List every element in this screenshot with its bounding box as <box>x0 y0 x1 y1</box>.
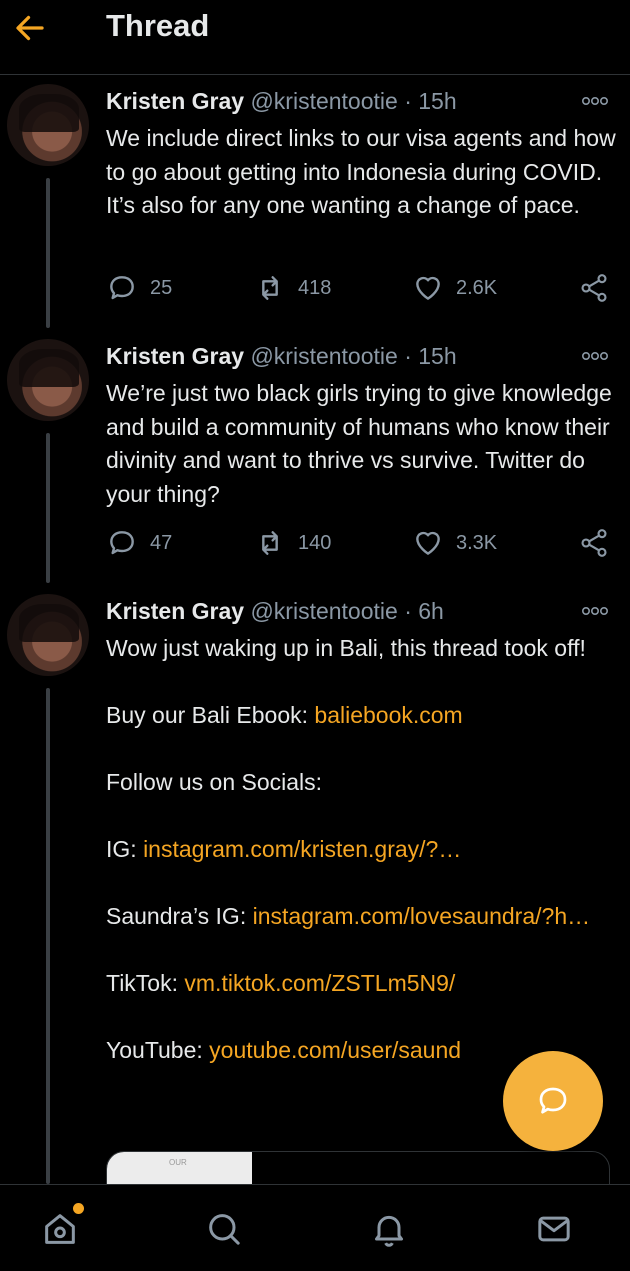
share-button[interactable] <box>578 525 622 561</box>
ig-line: IG: instagram.com/kristen.gray/?… <box>106 833 616 867</box>
nav-messages[interactable] <box>534 1209 578 1253</box>
tweet-header: Kristen Gray @kristentootie · 6h <box>106 598 444 625</box>
mail-icon <box>538 1216 570 1242</box>
page-title: Thread <box>106 8 210 43</box>
like-button[interactable]: 2.6K <box>412 270 497 306</box>
thread-line <box>46 178 50 328</box>
retweet-count: 140 <box>298 531 332 554</box>
retweet-button[interactable]: 140 <box>254 525 331 561</box>
retweet-icon <box>262 276 278 300</box>
bell-icon <box>375 1215 403 1247</box>
heart-icon <box>416 276 440 300</box>
search-icon <box>209 1214 240 1245</box>
separator: · <box>404 88 412 114</box>
tweet-time[interactable]: 15h <box>418 343 456 369</box>
avatar[interactable] <box>7 339 89 421</box>
tweet-time[interactable]: 15h <box>418 88 456 114</box>
reply-icon <box>110 531 134 555</box>
nav-search[interactable] <box>204 1209 248 1253</box>
back-button[interactable] <box>12 10 52 46</box>
youtube-label: YouTube: <box>106 1037 210 1063</box>
tiktok-line: TikTok: vm.tiktok.com/ZSTLm5N9/ <box>106 967 616 1001</box>
reply-icon <box>110 276 134 300</box>
nav-notifications[interactable] <box>369 1209 413 1253</box>
avatar[interactable] <box>7 84 89 166</box>
tweet-header: Kristen Gray @kristentootie · 15h <box>106 88 457 115</box>
share-button[interactable] <box>578 270 622 306</box>
thread-line <box>46 433 50 583</box>
heart-icon <box>416 531 440 555</box>
home-icon <box>45 1214 75 1244</box>
like-button[interactable]: 3.3K <box>412 525 497 561</box>
author-name[interactable]: Kristen Gray <box>106 598 244 624</box>
more-icon[interactable] <box>580 347 610 365</box>
compose-button[interactable] <box>503 1051 603 1151</box>
compose-icon <box>539 1087 567 1114</box>
reply-count: 25 <box>150 276 173 299</box>
avatar[interactable] <box>7 594 89 676</box>
nav-home[interactable] <box>40 1203 84 1253</box>
bottom-navigation <box>0 1184 630 1271</box>
tiktok-link[interactable]: vm.tiktok.com/ZSTLm5N9/ <box>184 970 455 996</box>
arrow-left-icon <box>16 15 44 41</box>
ig-link[interactable]: instagram.com/kristen.gray/?… <box>143 836 461 862</box>
tiktok-label: TikTok: <box>106 970 185 996</box>
tweet[interactable]: Kristen Gray @kristentootie · 15h We inc… <box>0 84 630 339</box>
saundra-ig-link[interactable]: instagram.com/lovesaundra/?h… <box>253 903 591 929</box>
author-name[interactable]: Kristen Gray <box>106 88 244 114</box>
author-handle[interactable]: @kristentootie <box>250 88 397 114</box>
retweet-count: 418 <box>298 276 332 299</box>
like-count: 2.6K <box>456 276 498 299</box>
share-icon <box>581 529 607 557</box>
author-handle[interactable]: @kristentootie <box>250 343 397 369</box>
author-name[interactable]: Kristen Gray <box>106 343 244 369</box>
ebook-line: Buy our Bali Ebook: baliebook.com <box>106 699 616 733</box>
top-bar: Thread <box>0 0 630 75</box>
ebook-label: Buy our Bali Ebook: <box>106 702 315 728</box>
tweet-actions: 25 418 2.6K <box>106 270 616 306</box>
more-icon[interactable] <box>580 602 610 620</box>
follow-line: Follow us on Socials: <box>106 769 323 795</box>
reply-button[interactable]: 47 <box>106 525 172 561</box>
tweet-header: Kristen Gray @kristentootie · 15h <box>106 343 457 370</box>
tweet-time[interactable]: 6h <box>418 598 444 624</box>
more-icon[interactable] <box>580 92 610 110</box>
saundra-ig-label: Saundra’s IG: <box>106 903 253 929</box>
notification-dot <box>73 1203 84 1214</box>
reply-button[interactable]: 25 <box>106 270 172 306</box>
reply-count: 47 <box>150 531 173 554</box>
tweet[interactable]: Kristen Gray @kristentootie · 15h We’re … <box>0 339 630 594</box>
retweet-button[interactable]: 418 <box>254 270 331 306</box>
retweet-icon <box>262 531 278 555</box>
youtube-link[interactable]: youtube.com/user/saund <box>209 1037 461 1063</box>
share-icon <box>581 274 607 302</box>
tweet-text: Wow just waking up in Bali, this thread … <box>106 632 616 1068</box>
like-count: 3.3K <box>456 531 498 554</box>
thumbnail-text: OUR <box>169 1158 187 1167</box>
ebook-link[interactable]: baliebook.com <box>314 702 462 728</box>
author-handle[interactable]: @kristentootie <box>250 598 397 624</box>
tweet-text: We include direct links to our visa agen… <box>106 125 616 218</box>
tweet-actions: 47 140 3.3K <box>106 525 616 561</box>
separator: · <box>404 343 412 369</box>
tweet-line: Wow just waking up in Bali, this thread … <box>106 635 586 661</box>
saundra-ig-line: Saundra’s IG: instagram.com/lovesaundra/… <box>106 900 611 934</box>
thread-line <box>46 688 50 1184</box>
tweet-text: We’re just two black girls trying to giv… <box>106 380 612 507</box>
ig-label: IG: <box>106 836 144 862</box>
separator: · <box>404 598 412 624</box>
